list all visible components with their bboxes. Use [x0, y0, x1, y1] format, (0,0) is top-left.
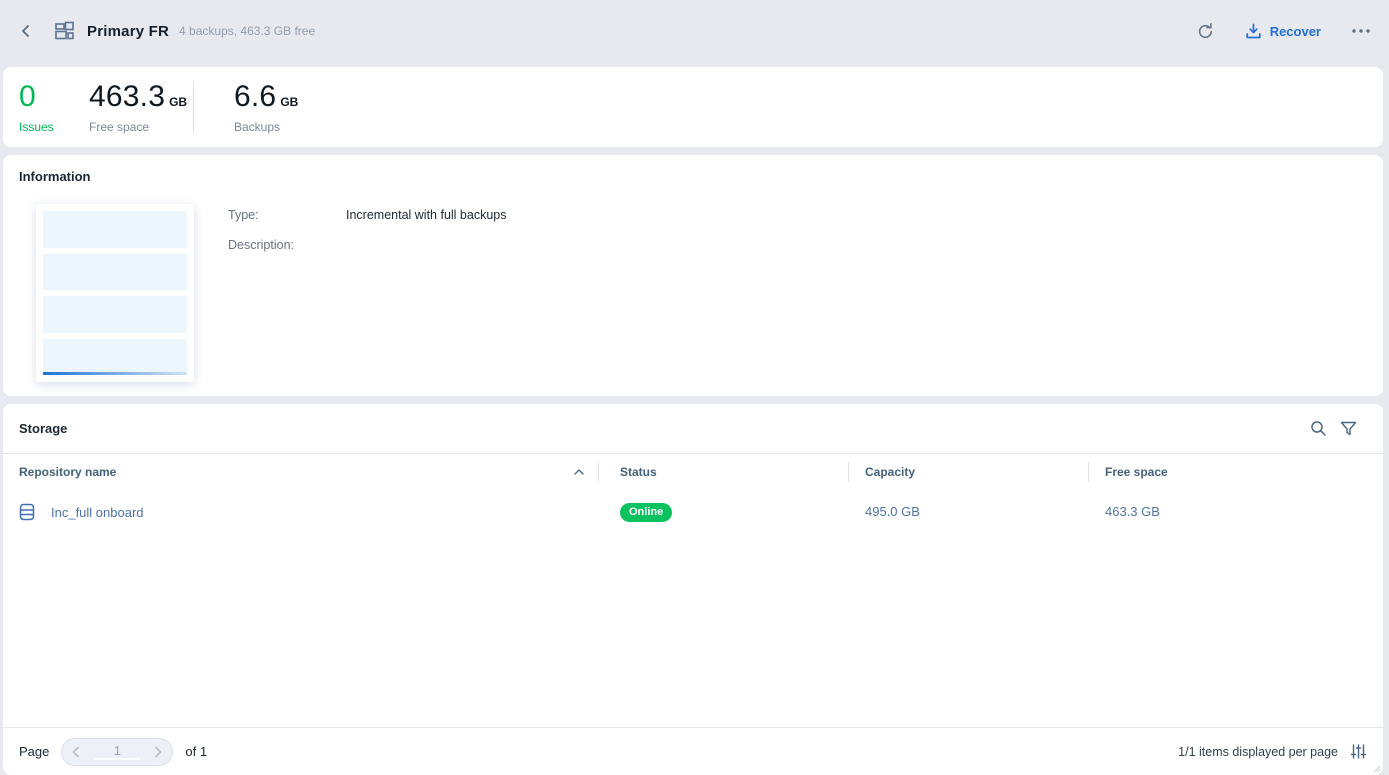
- column-status[interactable]: Status: [598, 465, 848, 479]
- description-label: Description:: [228, 238, 346, 252]
- thumbnail-block-active: [43, 339, 187, 376]
- filter-icon: [1340, 421, 1357, 437]
- recover-button[interactable]: Recover: [1245, 23, 1321, 40]
- capacity-header-label: Capacity: [865, 465, 915, 479]
- column-settings-icon: [1350, 743, 1367, 760]
- field-description: Description:: [228, 238, 507, 252]
- repository-name-header-label: Repository name: [19, 465, 116, 479]
- previous-page-button[interactable]: [71, 746, 80, 758]
- column-free-space[interactable]: Free space: [1088, 465, 1383, 479]
- header-actions: Recover: [1196, 22, 1371, 41]
- free-space-cell: 463.3 GB: [1088, 503, 1383, 521]
- table-row[interactable]: Inc_full onboard Online 495.0 GB 463.3 G…: [3, 489, 1383, 535]
- stat-free-space: 463.3 GB Free space: [89, 81, 175, 134]
- back-button[interactable]: [12, 17, 40, 45]
- free-space-label: Free space: [89, 120, 175, 134]
- refresh-icon: [1196, 22, 1215, 41]
- table-empty-area: [3, 535, 1383, 727]
- chevron-left-icon: [19, 24, 33, 38]
- search-button[interactable]: [1303, 420, 1333, 437]
- column-repository-name[interactable]: Repository name: [3, 465, 598, 479]
- storage-heading: Storage: [19, 421, 1303, 436]
- free-space-unit: GB: [169, 95, 187, 109]
- type-value: Incremental with full backups: [346, 208, 507, 222]
- free-space-header-label: Free space: [1105, 465, 1168, 479]
- type-label: Type:: [228, 208, 346, 222]
- backups-label: Backups: [234, 120, 298, 134]
- items-displayed-text: 1/1 items displayed per page: [1178, 745, 1338, 759]
- page-number-input[interactable]: [94, 743, 140, 760]
- field-type: Type: Incremental with full backups: [228, 208, 507, 222]
- stat-free-space-top: 463.3 GB: [89, 81, 175, 113]
- chevron-right-icon: [154, 746, 163, 758]
- free-space-value: 463.3: [89, 81, 165, 113]
- backups-value: 6.6: [234, 81, 276, 113]
- backups-unit: GB: [280, 95, 298, 109]
- database-icon: [19, 503, 35, 521]
- of-pages-label: of 1: [185, 744, 207, 759]
- refresh-button[interactable]: [1196, 22, 1215, 41]
- resize-grip[interactable]: [1371, 763, 1381, 773]
- page-navigator: [61, 738, 173, 766]
- repository-name-cell: Inc_full onboard: [3, 503, 598, 521]
- column-settings-button[interactable]: [1350, 743, 1367, 760]
- information-body: Type: Incremental with full backups Desc…: [36, 204, 1367, 382]
- page-label: Page: [19, 744, 49, 759]
- storage-card: Storage Repository name St: [3, 404, 1383, 775]
- information-heading: Information: [19, 169, 1367, 184]
- status-header-label: Status: [620, 465, 657, 479]
- summary-stats-card: 0 Issues 463.3 GB Free space 6.6 GB Back…: [3, 67, 1383, 147]
- stats-divider: [193, 81, 194, 133]
- page-title: Primary FR: [87, 23, 169, 40]
- storage-blocks-icon: [54, 21, 75, 42]
- filter-button[interactable]: [1333, 421, 1363, 437]
- column-capacity[interactable]: Capacity: [848, 465, 1088, 479]
- thumbnail-block: [43, 254, 187, 291]
- stat-backups-top: 6.6 GB: [234, 81, 298, 113]
- stat-issues: 0 Issues: [19, 81, 89, 134]
- thumbnail-block: [43, 211, 187, 248]
- next-page-button[interactable]: [154, 746, 163, 758]
- capacity-value: 495.0 GB: [865, 504, 920, 519]
- information-card: Information Type: Incremental with full …: [3, 155, 1383, 396]
- free-space-value: 463.3 GB: [1105, 504, 1160, 519]
- top-header: Primary FR 4 backups, 463.3 GB free Reco…: [0, 0, 1389, 62]
- table-header-row: Repository name Status Capacity Free spa…: [3, 454, 1383, 489]
- recover-download-icon: [1245, 23, 1262, 40]
- issues-label: Issues: [19, 120, 89, 134]
- ellipsis-icon: [1351, 28, 1371, 34]
- chevron-left-icon: [71, 746, 80, 758]
- repository-link[interactable]: Inc_full onboard: [51, 505, 144, 520]
- page: Primary FR 4 backups, 463.3 GB free Reco…: [0, 0, 1389, 775]
- capacity-cell: 495.0 GB: [848, 503, 1088, 521]
- more-actions-button[interactable]: [1351, 28, 1371, 34]
- storage-header: Storage: [3, 404, 1383, 454]
- stat-backups: 6.6 GB Backups: [234, 81, 298, 134]
- issues-count: 0: [19, 81, 36, 113]
- backup-type-thumbnail: [36, 204, 194, 382]
- pagination-footer: Page of 1 1/1 items displayed per page: [3, 727, 1383, 775]
- status-cell: Online: [598, 502, 848, 522]
- thumbnail-block: [43, 296, 187, 333]
- information-fields: Type: Incremental with full backups Desc…: [228, 204, 507, 382]
- stat-issues-top: 0: [19, 81, 89, 113]
- search-icon: [1310, 420, 1327, 437]
- page-subtitle: 4 backups, 463.3 GB free: [179, 24, 315, 38]
- recover-label: Recover: [1270, 24, 1321, 39]
- status-badge: Online: [620, 503, 672, 522]
- footer-right: 1/1 items displayed per page: [1178, 743, 1367, 760]
- sort-ascending-icon: [574, 469, 584, 475]
